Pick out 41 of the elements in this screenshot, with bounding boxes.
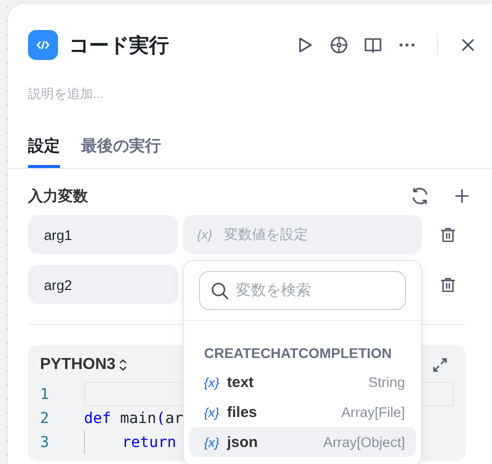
variable-name: text: [227, 374, 255, 390]
expand-icon[interactable]: [432, 357, 448, 373]
book-icon[interactable]: [363, 35, 383, 55]
crosshair-icon[interactable]: [329, 35, 349, 55]
group-heading: CREATECHATCOMPLETION: [204, 345, 393, 361]
code-icon: [28, 30, 58, 60]
variable-icon: {x}: [204, 374, 227, 390]
variable-name-field[interactable]: arg1: [28, 215, 178, 254]
code-token: main: [119, 409, 156, 427]
section-title: 入力変数: [28, 186, 89, 206]
code-token: (: [156, 409, 166, 427]
variable-icon: {x}: [197, 227, 212, 242]
tab[interactable]: 最後の実行: [81, 130, 161, 168]
variable-icon: {x}: [204, 404, 227, 420]
variable-name: files: [227, 404, 258, 420]
trash-icon[interactable]: [439, 226, 457, 244]
refresh-icon[interactable]: [410, 186, 430, 206]
trash-icon[interactable]: [439, 276, 457, 294]
variable-type: String: [368, 374, 405, 390]
tab[interactable]: 設定: [28, 130, 60, 168]
search-input[interactable]: 変数を検索: [234, 281, 388, 300]
value-placeholder: 変数値を設定: [224, 226, 308, 244]
line-number: 2: [40, 409, 50, 427]
variable-option[interactable]: {x} text String: [189, 367, 416, 397]
variable-icon: {x}: [204, 434, 227, 450]
search-field[interactable]: 変数を検索: [199, 271, 406, 310]
variable-name: json: [227, 434, 259, 450]
line-number: 3: [40, 433, 50, 451]
variable-option[interactable]: {x} json Array[Object]: [189, 427, 416, 457]
variable-name-field[interactable]: arg2: [28, 265, 178, 304]
language-selector[interactable]: PYTHON3: [40, 356, 116, 374]
code-token: ar: [165, 409, 184, 427]
code-token: def: [84, 409, 112, 427]
variable-type: Array[File]: [341, 404, 405, 420]
line-number: 1: [40, 385, 50, 403]
variable-option[interactable]: {x} files Array[File]: [189, 397, 416, 427]
chevron-updown-icon[interactable]: [118, 358, 128, 372]
node-title: コード実行: [69, 34, 170, 58]
variable-type: Array[Object]: [323, 434, 405, 450]
code-token: return: [122, 433, 176, 451]
search-icon[interactable]: [210, 280, 230, 300]
